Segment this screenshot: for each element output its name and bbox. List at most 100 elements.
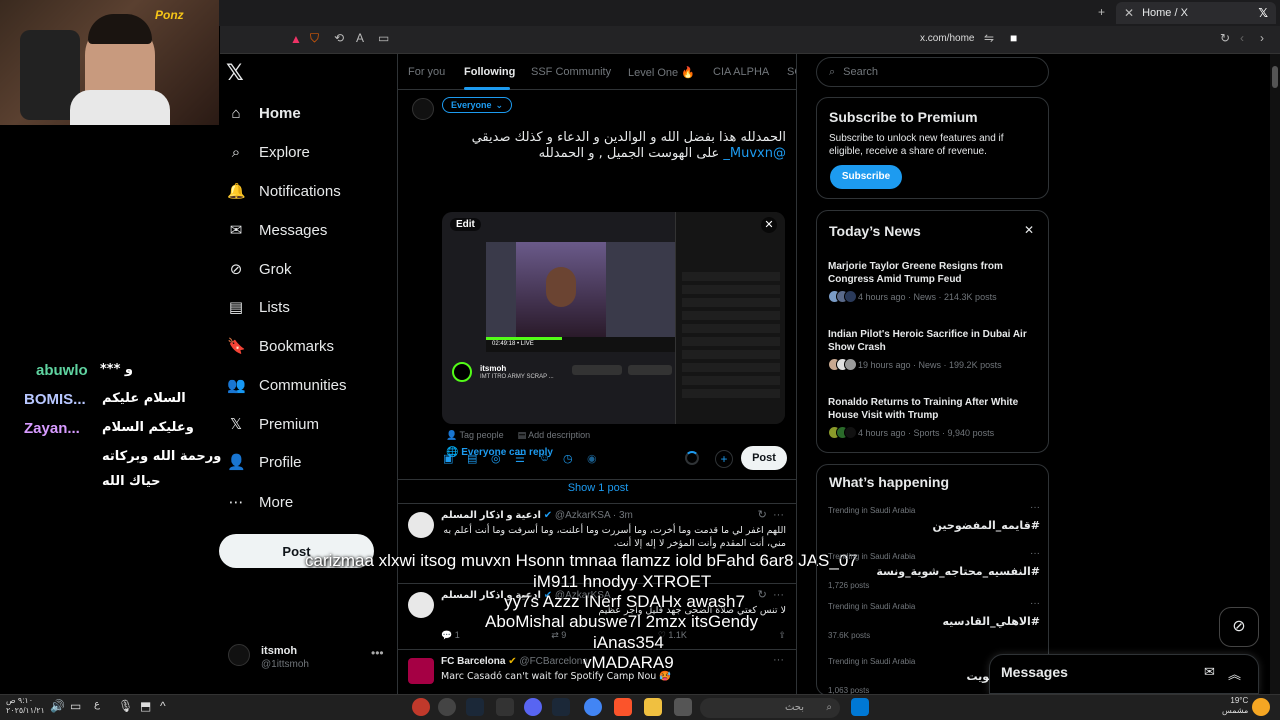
language-indicator[interactable]: ع (94, 699, 100, 710)
add-description-button[interactable]: ▤ Add description (518, 430, 591, 441)
tray-icon[interactable]: ⬒ (140, 699, 151, 713)
tab-level-one[interactable]: Level One 🔥 (628, 66, 695, 79)
scrollbar[interactable] (1270, 54, 1280, 694)
tag-people-button[interactable]: 👤 Tag people (446, 430, 504, 441)
close-tab-icon[interactable]: ✕ (1124, 6, 1134, 20)
audience-selector[interactable]: Everyone ⌄ (442, 97, 513, 113)
tab-ssf-community[interactable]: SSF Community (531, 66, 611, 78)
back-icon[interactable]: ‹ (1240, 31, 1244, 45)
sidebar-item-messages[interactable]: ✉ Messages (227, 218, 328, 242)
site-settings-icon[interactable]: ⇋ (984, 31, 994, 45)
forward-icon[interactable]: › (1260, 31, 1264, 45)
app-icon-obs[interactable] (438, 698, 456, 716)
screen-icon[interactable]: ▭ (378, 31, 389, 45)
sidebar-item-lists[interactable]: ▤ Lists (227, 295, 290, 319)
reply-button[interactable]: 💬 1 (441, 630, 460, 641)
search-icon: ⌕ (826, 702, 832, 713)
tab-cia-alpha[interactable]: CIA ALPHA (713, 66, 769, 78)
composer-textarea[interactable]: الحمدلله هذا بفضل الله و الوالدين و الدع… (456, 130, 786, 162)
app-icon-chrome[interactable] (584, 698, 602, 716)
news-item[interactable]: Ronaldo Returns to Training After White … (828, 396, 1038, 439)
tab-following[interactable]: Following (464, 66, 515, 78)
subscribe-button[interactable]: Subscribe (830, 165, 902, 189)
sidebar-item-premium[interactable]: 𝕏 Premium (227, 412, 319, 436)
sidebar-item-communities[interactable]: 👥 Communities (227, 373, 347, 397)
grok-float-button[interactable]: ⊘ (1219, 607, 1259, 647)
search-input[interactable]: ⌕ Search (816, 57, 1049, 87)
news-item[interactable]: Marjorie Taylor Greene Resigns from Cong… (828, 260, 1038, 303)
app-icon-epic[interactable] (496, 698, 514, 716)
add-post-icon[interactable]: + (715, 450, 733, 468)
share-icon[interactable]: ⇪ (778, 630, 786, 641)
trend-item[interactable]: Trending in Saudi Arabia ··· #الاهلي_الق… (828, 598, 1040, 640)
mention-link[interactable]: @Muvxn_ (723, 146, 786, 161)
gif-icon[interactable]: ▤ (467, 452, 477, 465)
edit-media-button[interactable]: Edit (450, 218, 481, 231)
tab-more[interactable]: SC (787, 66, 796, 78)
scrollbar-thumb[interactable] (1272, 66, 1278, 88)
url-text[interactable]: x.com/home (920, 33, 974, 44)
app-icon-steam[interactable] (466, 698, 484, 716)
attached-media[interactable]: 02:49:18 • LIVE itsmoh IMT ITRO ARMY SCR… (442, 212, 785, 424)
show-new-posts[interactable]: Show 1 post (398, 472, 796, 504)
messages-drawer[interactable]: Messages ✉ ︽ (989, 654, 1259, 694)
network-icon[interactable]: ▭ (70, 699, 81, 713)
reader-icon[interactable]: ⟲ (334, 31, 344, 45)
app-icon-steam-2[interactable] (552, 698, 570, 716)
triangle-icon[interactable]: ▲ (290, 32, 302, 46)
sidebar-item-profile[interactable]: 👤 Profile (227, 450, 302, 474)
mic-icon[interactable]: 🎙 (118, 699, 133, 713)
poll-icon[interactable]: ☰ (515, 452, 525, 465)
account-switcher[interactable]: itsmoh @1ittsmoh ••• (228, 644, 388, 676)
streamer-hair (88, 14, 152, 44)
location-icon[interactable]: ◉ (587, 452, 597, 465)
trend-item[interactable]: Trending in Saudi Arabia ··· #النفسيه_مح… (828, 548, 1040, 590)
more-icon[interactable]: ••• (371, 646, 384, 660)
brave-shield-icon[interactable]: ⛉ (310, 31, 319, 46)
sidebar-item-more[interactable]: ⋯ More (227, 490, 294, 514)
close-icon[interactable]: ✕ (1024, 223, 1034, 237)
emoji-icon[interactable]: ☺ (539, 452, 550, 464)
windows-start-icon[interactable] (851, 698, 869, 716)
sidebar-item-explore[interactable]: ⌕ Explore (227, 140, 310, 164)
image-icon[interactable]: ▣ (443, 452, 453, 465)
trend-item[interactable]: Trending in Saudi Arabia ··· #قايمه_المف… (828, 502, 1040, 532)
chevron-up-icon[interactable]: ^ (160, 699, 166, 713)
more-icon[interactable]: ··· (1030, 598, 1040, 609)
browser-tab[interactable]: ✕ Home / X 𝕏 (1116, 2, 1276, 24)
new-tab-icon[interactable]: + (1098, 5, 1105, 19)
sidebar-item-home[interactable]: ⌂ Home (227, 101, 300, 125)
news-item[interactable]: Indian Pilot's Heroic Sacrifice in Dubai… (828, 328, 1038, 371)
app-icon-files[interactable] (644, 698, 662, 716)
bookmark-page-icon[interactable]: ■ (1010, 31, 1017, 45)
more-icon[interactable]: ↻ ··· (758, 508, 784, 521)
chat-message: ورحمة الله وبركاته (102, 449, 222, 464)
tab-for-you[interactable]: For you (408, 66, 445, 78)
weather[interactable]: 19°C مشمس (1222, 696, 1248, 716)
media-progress (486, 337, 562, 340)
close-icon[interactable]: ✕ (761, 217, 777, 233)
volume-icon[interactable]: 🔊 (50, 699, 65, 713)
new-message-icon[interactable]: ✉ (1204, 664, 1215, 680)
taskbar-search[interactable]: بحث ⌕ (700, 698, 840, 718)
clock[interactable]: ٩:١٠ ص ٢٠٢٥/١١/٢١ (6, 696, 45, 716)
app-icon-taskview[interactable] (674, 698, 692, 716)
more-icon[interactable]: ··· (1030, 502, 1040, 513)
sidebar-item-notifications[interactable]: 🔔 Notifications (227, 179, 341, 203)
post-submit-button[interactable]: Post (741, 446, 787, 470)
grok-icon[interactable]: ◎ (491, 452, 501, 465)
translate-icon[interactable]: A (356, 31, 364, 45)
schedule-icon[interactable]: ◷ (563, 452, 573, 465)
reload-icon[interactable]: ↻ (1220, 31, 1230, 45)
sidebar-item-grok[interactable]: ⊘ Grok (227, 257, 292, 281)
app-icon-brave[interactable] (614, 698, 632, 716)
x-logo-icon[interactable]: 𝕏 (226, 60, 244, 86)
app-icon-record[interactable] (412, 698, 430, 716)
more-icon[interactable]: ··· (773, 654, 784, 666)
weather-text: مشمس (1222, 706, 1249, 715)
sidebar-item-bookmarks[interactable]: 🔖 Bookmarks (227, 334, 334, 358)
more-icon[interactable]: ··· (1030, 548, 1040, 559)
app-icon-discord[interactable] (524, 698, 542, 716)
chevron-up-icon[interactable]: ︽ (1228, 664, 1241, 683)
more-icon[interactable]: ↻ ··· (758, 588, 784, 601)
